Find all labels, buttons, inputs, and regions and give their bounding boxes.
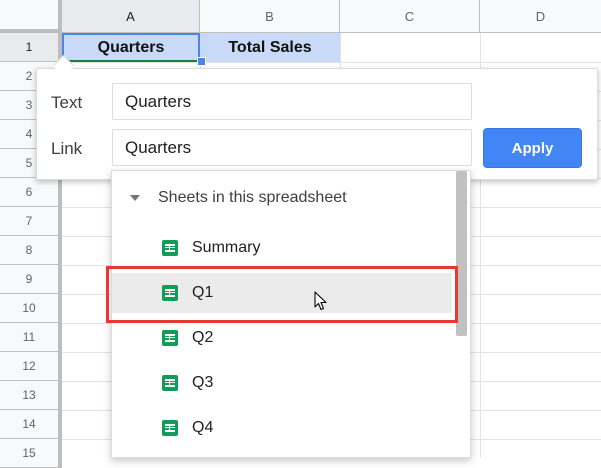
- link-underline: [64, 60, 198, 62]
- column-header-b[interactable]: B: [200, 0, 340, 33]
- select-all-corner[interactable]: [0, 0, 62, 33]
- column-header-c[interactable]: C: [340, 0, 480, 33]
- row-label: 7: [25, 214, 33, 228]
- row-label: 2: [25, 69, 33, 83]
- cell-value: Total Sales: [228, 38, 312, 56]
- link-field-label: Link: [51, 139, 83, 158]
- cell-value: Quarters: [97, 38, 165, 56]
- sheet-item-summary[interactable]: Summary: [112, 228, 452, 268]
- column-label: B: [265, 8, 274, 24]
- row-label: 8: [25, 243, 33, 257]
- column-header-a[interactable]: A: [62, 0, 200, 33]
- cell-a1[interactable]: Quarters: [62, 33, 200, 62]
- section-header[interactable]: Sheets in this spreadsheet: [112, 183, 452, 213]
- sheet-icon: [162, 420, 178, 436]
- column-label: A: [126, 8, 135, 24]
- sheet-item-label: Q4: [192, 419, 214, 436]
- highlight-annotation: [106, 266, 458, 323]
- row-header-7[interactable]: 7: [0, 207, 62, 236]
- sheet-icon: [162, 330, 178, 346]
- row-header-1[interactable]: 1: [0, 33, 62, 62]
- sheet-item-label: Q3: [192, 374, 214, 391]
- sheet-item-q2[interactable]: Q2: [112, 318, 452, 358]
- sheet-icon: [162, 375, 178, 391]
- row-header-9[interactable]: 9: [0, 265, 62, 294]
- row-header-12[interactable]: 12: [0, 352, 62, 381]
- row-header-11[interactable]: 11: [0, 323, 62, 352]
- row-header-13[interactable]: 13: [0, 381, 62, 410]
- collapse-triangle-icon: [130, 195, 140, 201]
- row-label: 6: [25, 185, 33, 199]
- row-header-15[interactable]: 15: [0, 439, 62, 468]
- row-header-10[interactable]: 10: [0, 294, 62, 323]
- cell-b1[interactable]: Total Sales: [200, 33, 340, 62]
- row-label: 3: [25, 98, 33, 112]
- column-label: D: [535, 8, 546, 24]
- row-header-14[interactable]: 14: [0, 410, 62, 439]
- sheet-item-q4[interactable]: Q4: [112, 408, 452, 448]
- text-input[interactable]: Quarters: [112, 83, 472, 120]
- row-label: 12: [22, 359, 36, 373]
- sheet-item-q3[interactable]: Q3: [112, 363, 452, 403]
- fill-handle[interactable]: [197, 57, 206, 66]
- column-header-d[interactable]: D: [480, 0, 601, 33]
- sheet-item-label: Summary: [192, 239, 261, 256]
- link-input-value: Quarters: [125, 137, 192, 157]
- row-label: 14: [22, 417, 36, 431]
- sheet-item-label: Q2: [192, 329, 214, 346]
- grid-line: [62, 62, 601, 63]
- section-title: Sheets in this spreadsheet: [158, 189, 347, 206]
- column-label: C: [404, 8, 415, 24]
- row-label: 11: [22, 330, 36, 344]
- row-label: 4: [25, 127, 33, 141]
- mouse-pointer-icon: [314, 291, 327, 311]
- link-input[interactable]: Quarters: [112, 129, 472, 166]
- apply-button[interactable]: Apply: [483, 128, 582, 168]
- row-label: 13: [22, 388, 36, 402]
- row-label: 9: [25, 272, 33, 286]
- text-input-value: Quarters: [125, 91, 192, 111]
- row-label: 5: [25, 156, 33, 170]
- row-label: 10: [22, 301, 36, 315]
- row-header-8[interactable]: 8: [0, 236, 62, 265]
- row-header-6[interactable]: 6: [0, 178, 62, 207]
- sheet-icon: [162, 240, 178, 256]
- row-label: 1: [25, 40, 33, 54]
- text-field-label: Text: [51, 93, 83, 112]
